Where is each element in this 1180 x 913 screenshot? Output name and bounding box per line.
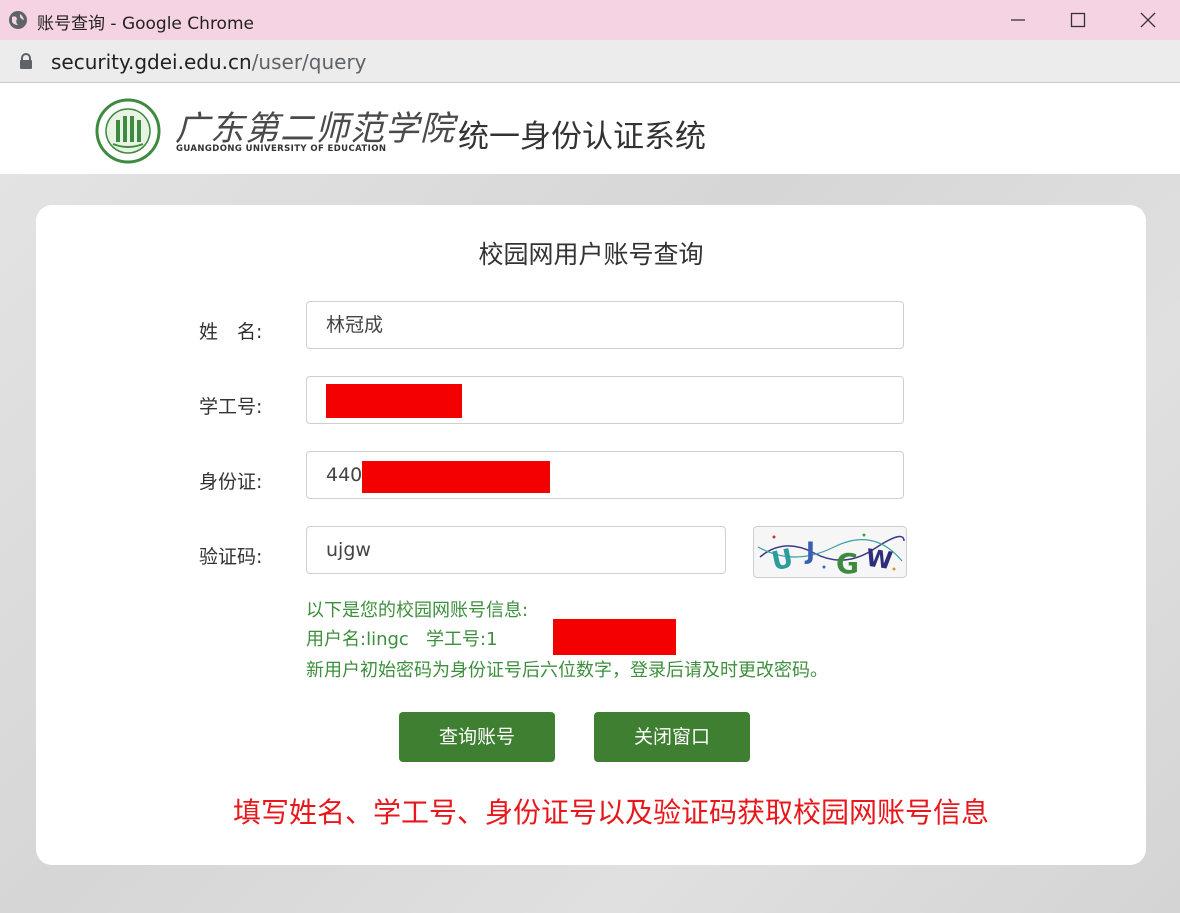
url-text[interactable]: security.gdei.edu.cn/user/query: [51, 50, 367, 74]
minimize-button[interactable]: [988, 0, 1048, 40]
idcard-value: 440: [326, 464, 363, 486]
staff-id-input[interactable]: [306, 376, 904, 424]
result-line-2: 用户名:lingc 学工号:1: [306, 625, 498, 651]
maximize-icon: [1070, 12, 1086, 28]
name-label: 姓 名:: [199, 321, 263, 343]
captcha-image[interactable]: U J G W: [753, 526, 907, 578]
redaction-box: [553, 619, 676, 655]
captcha-char: U: [769, 544, 796, 577]
school-name-cn: 广东第二师范学院: [175, 109, 455, 149]
captcha-char: W: [864, 544, 894, 575]
result-line-1: 以下是您的校园网账号信息:: [306, 600, 529, 621]
query-form-card: 校园网用户账号查询 姓 名: 林冠成 学工号: 身份证: 440 验证码: uj…: [36, 205, 1146, 865]
url-host: security.gdei.edu.cn: [51, 50, 252, 74]
instruction-hint: 填写姓名、学工号、身份证号以及验证码获取校园网账号信息: [233, 796, 990, 829]
close-icon: [1140, 12, 1156, 28]
captcha-input[interactable]: ujgw: [306, 526, 726, 574]
query-account-button[interactable]: 查询账号: [399, 712, 555, 762]
idcard-label: 身份证:: [199, 471, 263, 493]
idcard-input[interactable]: 440: [306, 451, 904, 499]
captcha-char: G: [836, 547, 859, 577]
result-line-3: 新用户初始密码为身份证号后六位数字，登录后请及时更改密码。: [306, 660, 828, 681]
username-label: 用户名:: [306, 629, 367, 650]
system-title: 统一身份认证系统: [458, 119, 706, 155]
lock-icon: [20, 53, 32, 69]
staff-id-label: 学工号:: [199, 396, 263, 418]
captcha-graphic: U J G W: [757, 533, 905, 577]
captcha-label: 验证码:: [199, 546, 263, 568]
school-seal-icon: [95, 98, 161, 164]
form-title: 校园网用户账号查询: [478, 240, 704, 269]
captcha-char: J: [804, 537, 815, 565]
name-input[interactable]: 林冠成: [306, 301, 904, 349]
site-header: 广东第二师范学院 GUANGDONG UNIVERSITY OF EDUCATI…: [0, 83, 1180, 174]
maximize-button[interactable]: [1048, 0, 1108, 40]
redaction-box: [362, 461, 550, 493]
globe-icon: [9, 11, 27, 29]
staff-id-result-value: 1: [486, 629, 498, 650]
minimize-icon: [1011, 19, 1025, 21]
window-titlebar: 账号查询 - Google Chrome: [0, 0, 1180, 40]
url-path: /user/query: [251, 50, 367, 74]
close-window-form-button[interactable]: 关闭窗口: [594, 712, 750, 762]
window-title: 账号查询 - Google Chrome: [37, 14, 254, 34]
close-window-button[interactable]: [1118, 0, 1178, 40]
staff-id-result-label: 学工号:: [425, 629, 487, 650]
school-name-en: GUANGDONG UNIVERSITY OF EDUCATION: [176, 144, 387, 154]
address-bar[interactable]: security.gdei.edu.cn/user/query: [0, 40, 1180, 83]
username-value: lingc: [366, 629, 409, 650]
redaction-box: [326, 384, 462, 418]
